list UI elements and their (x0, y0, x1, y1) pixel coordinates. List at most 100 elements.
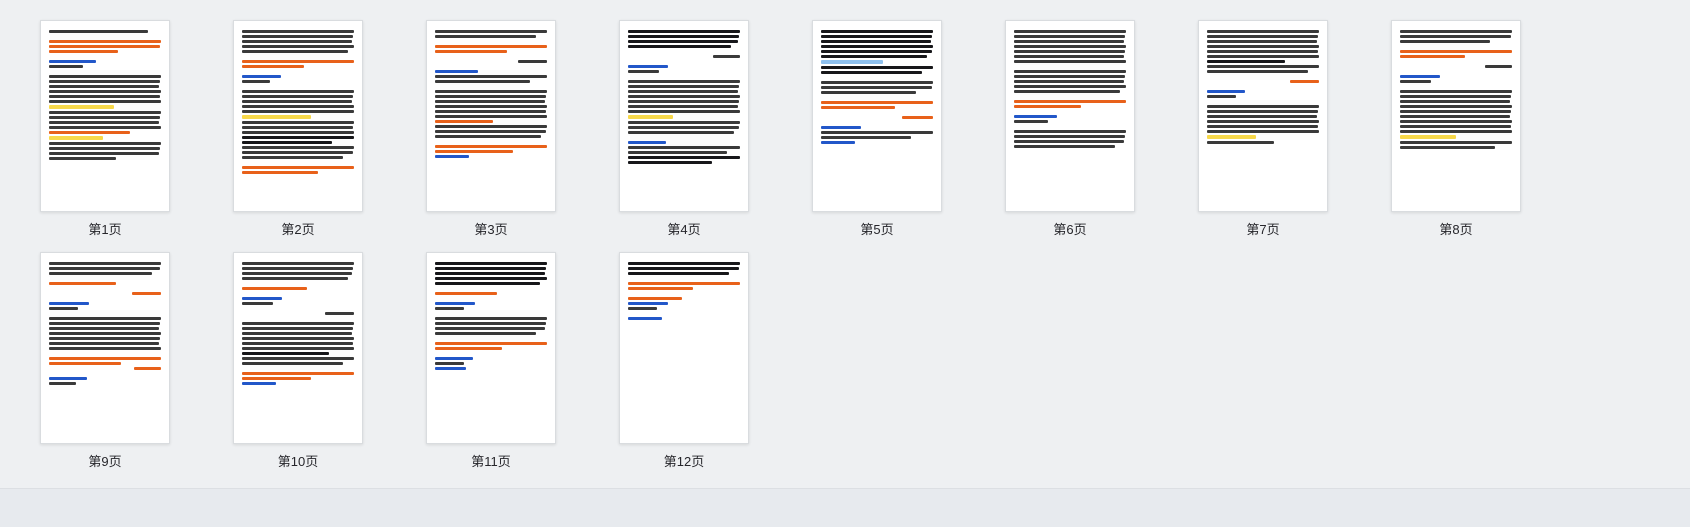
text-line-dark (49, 111, 161, 114)
text-line-dark (435, 75, 547, 78)
text-line-orange (242, 65, 304, 68)
page-label: 第8页 (1439, 222, 1473, 237)
text-line-dark (1014, 120, 1048, 123)
text-line-orange (242, 377, 312, 380)
page-thumbnail[interactable] (40, 252, 170, 444)
page-thumbnail[interactable] (426, 20, 556, 212)
page-cell: 第2页 (233, 20, 363, 238)
text-line-orange (435, 45, 547, 48)
page-thumbnail[interactable] (40, 20, 170, 212)
text-line-dark (1014, 45, 1126, 48)
text-line-link (821, 50, 932, 53)
text-line-dark (628, 85, 739, 88)
text-line-dark (242, 90, 354, 93)
text-line-dark (1400, 110, 1511, 113)
text-line-dark (1207, 40, 1317, 43)
text-line-dark (242, 357, 354, 360)
text-line-dark (1400, 30, 1512, 33)
page-thumbnail[interactable] (233, 252, 363, 444)
text-line-dark (242, 302, 274, 305)
text-line-blue (1207, 90, 1246, 93)
text-line-dark (628, 151, 727, 154)
page-thumbnail[interactable] (1198, 20, 1328, 212)
text-line-dark (1014, 145, 1115, 148)
text-line-dark (49, 342, 159, 345)
text-line-orange (435, 120, 494, 123)
text-line-dark (821, 81, 933, 84)
page-label: 第11页 (471, 454, 511, 469)
text-line-link (1207, 60, 1286, 63)
page-thumbnail[interactable] (233, 20, 363, 212)
text-line-blue (628, 65, 669, 68)
text-line-dark (242, 347, 354, 350)
text-line-dark (1207, 141, 1275, 144)
text-line-orange (628, 282, 740, 285)
text-line-dark (242, 80, 270, 83)
text-line-dark (435, 362, 465, 365)
page-label: 第10页 (277, 454, 319, 469)
text-line-blue (242, 297, 283, 300)
text-line-orange (1400, 50, 1512, 53)
text-line-dark (1014, 80, 1124, 83)
page-thumbnail[interactable] (1005, 20, 1135, 212)
text-line-orange (821, 106, 895, 109)
text-line-dark (242, 337, 354, 340)
text-line-dark (49, 337, 160, 340)
text-line-dark (242, 151, 353, 154)
text-line-dark (1400, 80, 1432, 83)
text-line-dark (435, 332, 536, 335)
text-line-dark (435, 95, 546, 98)
page-cell: 第9页 (40, 252, 170, 470)
text-line-hl (49, 105, 114, 109)
text-line-link (821, 66, 933, 69)
text-line-dark (628, 131, 735, 134)
text-line-dark (242, 277, 349, 280)
text-line-dark (49, 307, 79, 310)
text-line-dark (49, 85, 159, 88)
page-thumbnail[interactable] (1391, 20, 1521, 212)
page-thumbnail[interactable] (812, 20, 942, 212)
text-line-dark (435, 115, 547, 118)
text-line-dark (628, 146, 740, 149)
text-line-link (628, 161, 712, 164)
text-line-dark (1014, 130, 1126, 133)
text-line-link (628, 267, 739, 270)
text-line-dark (1400, 100, 1510, 103)
text-line-blue (242, 382, 276, 385)
text-line-dark (242, 267, 353, 270)
text-line-orange (49, 45, 160, 48)
page-grid: 第1页 第2页 第3页 第4页 第5页 第6页 第7页 第8页 第9页 第10页 第11页 第12页 (0, 0, 1690, 470)
page-cell: 第5页 (812, 20, 942, 238)
page-thumbnail[interactable] (619, 20, 749, 212)
text-line-link (435, 277, 547, 280)
page-label: 第2页 (281, 222, 315, 237)
text-line-blue (435, 357, 474, 360)
text-line-dark (435, 35, 536, 38)
text-line-dark (1207, 125, 1318, 128)
page-thumbnail[interactable] (619, 252, 749, 444)
text-line-dark (242, 110, 354, 113)
text-line-dark (435, 322, 546, 325)
page-thumbnail[interactable] (426, 252, 556, 444)
text-line-dark (242, 156, 343, 159)
text-line-orange (435, 342, 547, 345)
text-line-dark (628, 80, 740, 83)
text-line-dark (242, 332, 352, 335)
text-line-dark (49, 262, 161, 265)
text-line-dark (435, 130, 546, 133)
text-line-orange (49, 131, 130, 134)
text-line-dark (242, 126, 353, 129)
text-line-orange (242, 60, 354, 63)
text-line-dark (1400, 115, 1510, 118)
text-line-dark (1014, 75, 1125, 78)
text-line-dark (435, 125, 547, 128)
text-line-dark (821, 131, 933, 134)
text-line-orange (131, 292, 161, 295)
text-line-dark (1207, 35, 1318, 38)
text-line-dark (242, 30, 354, 33)
text-line-orange (628, 297, 682, 300)
text-line-dark (1014, 90, 1121, 93)
text-line-dark (1207, 30, 1319, 33)
text-line-orange (1014, 100, 1126, 103)
text-line-dark (628, 70, 660, 73)
